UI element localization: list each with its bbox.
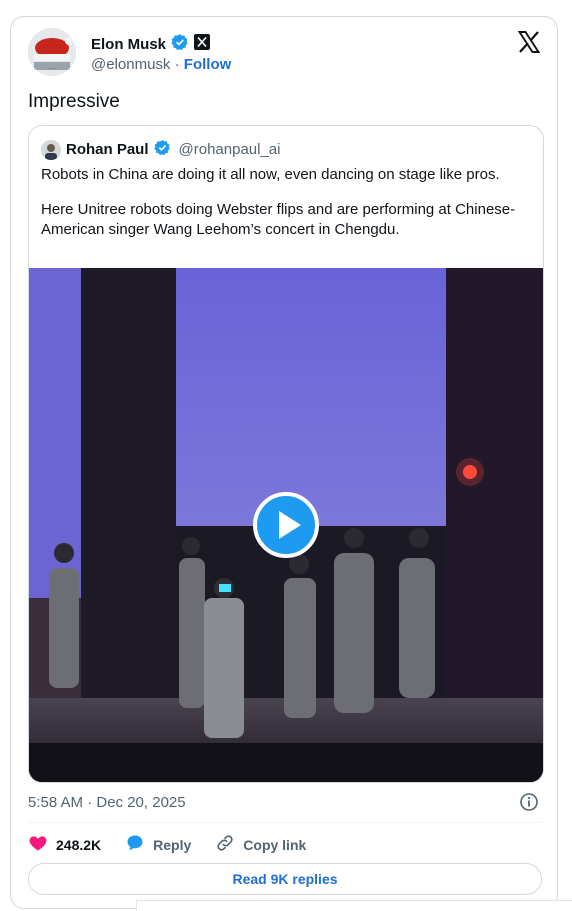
reply-icon [125, 833, 145, 856]
reply-label: Reply [153, 836, 192, 853]
like-button[interactable]: 248.2K [28, 833, 101, 856]
svg-text:.......: ....... [48, 65, 57, 70]
separator-dot: · [174, 56, 180, 73]
tweet-text: Impressive [28, 91, 120, 112]
quoted-author-handle: @rohanpaul_ai [178, 141, 281, 158]
embedded-tweet-card: ....... Elon Musk @elonmusk · Follow Imp… [10, 16, 558, 909]
page-edge-strip [136, 900, 572, 911]
like-count: 248.2K [56, 836, 102, 853]
quoted-paragraph: Here Unitree robots doing Webster flips … [41, 201, 516, 238]
copy-link-label: Copy link [243, 836, 307, 853]
play-icon [279, 511, 301, 539]
verified-badge-icon [153, 139, 171, 160]
author-name-row: Elon Musk [91, 33, 211, 56]
verified-badge-icon [171, 33, 189, 56]
quoted-author-name: Rohan Paul [66, 141, 149, 158]
video-thumbnail[interactable] [29, 268, 543, 782]
read-replies-button[interactable]: Read 9K replies [28, 863, 542, 895]
copy-link-button[interactable]: Copy link [215, 833, 306, 856]
tweet-timestamp[interactable]: 5:58 AM · Dec 20, 2025 [28, 794, 186, 811]
heart-icon [28, 833, 48, 856]
x-logo-icon[interactable] [517, 30, 541, 54]
x-affiliation-icon [194, 34, 211, 55]
quoted-author-row: Rohan Paul @rohanpaul_ai [41, 139, 280, 160]
link-icon [215, 833, 235, 856]
play-button[interactable] [253, 492, 319, 558]
author-avatar[interactable]: ....... [28, 28, 76, 76]
author-handle[interactable]: @elonmusk [91, 56, 170, 73]
author-handle-row: @elonmusk · Follow [91, 56, 231, 73]
quoted-author-avatar [41, 139, 61, 160]
action-bar: 248.2K Reply Copy link [28, 833, 330, 856]
reply-button[interactable]: Reply [125, 833, 191, 856]
author-name[interactable]: Elon Musk [91, 36, 166, 53]
quoted-paragraph: Robots in China are doing it all now, ev… [41, 166, 500, 183]
quoted-tweet-text: Robots in China are doing it all now, ev… [41, 165, 535, 255]
follow-button[interactable]: Follow [184, 56, 232, 73]
quoted-tweet[interactable]: Rohan Paul @rohanpaul_ai Robots in China… [28, 125, 544, 783]
info-icon[interactable] [519, 792, 539, 812]
divider [28, 822, 542, 823]
